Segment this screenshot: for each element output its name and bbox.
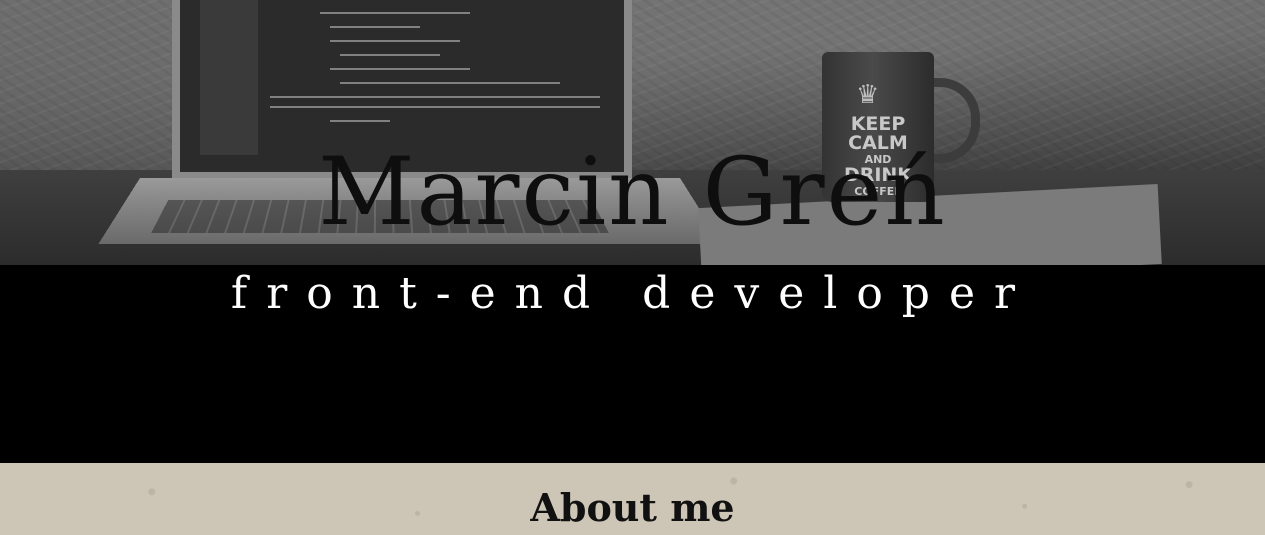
code-line [270,96,600,98]
crown-icon: ♛ [856,80,880,110]
code-line [330,68,470,70]
page: ♛ KEEP CALM AND DRINK COFFEE Marcin Greń… [0,0,1265,535]
about-section: About me [0,463,1265,535]
code-line [270,106,600,108]
code-line [340,82,560,84]
about-heading: About me [530,485,735,530]
code-line [330,120,390,122]
code-line [330,26,420,28]
hero-role: front-end developer [230,268,1035,319]
code-line [330,40,460,42]
code-line [340,54,440,56]
code-line [320,12,470,14]
hero-name: Marcin Greń [318,138,947,247]
code-editor-sidebar [200,0,258,155]
